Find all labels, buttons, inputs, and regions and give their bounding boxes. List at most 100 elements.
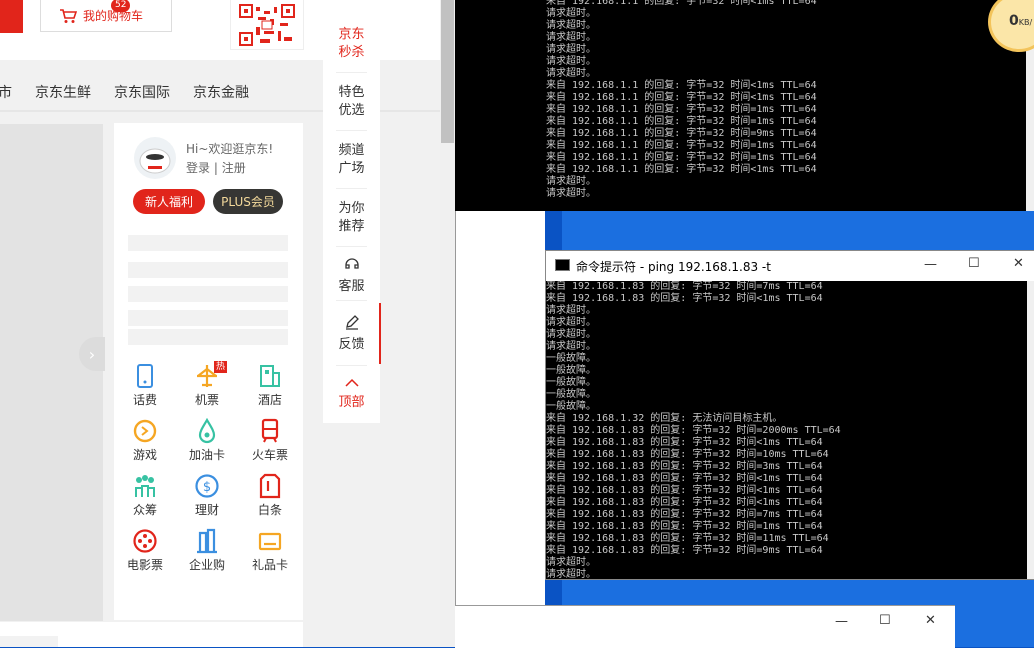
sidebar-item-label: 推荐 <box>338 219 365 234</box>
greeting-text: Hi~欢迎逛京东! <box>186 142 274 156</box>
console-line: 请求超时。 <box>546 557 596 568</box>
enterprise-icon <box>197 528 217 554</box>
console-line: 请求超时。 <box>546 20 596 31</box>
console-line: 来自 192.168.1.83 的回复: 字节=32 时间<1ms TTL=64 <box>546 485 823 496</box>
console-line: 来自 192.168.1.83 的回复: 字节=32 时间=3ms TTL=64 <box>546 461 823 472</box>
scrollbar-thumb[interactable] <box>441 0 454 143</box>
title-bar[interactable]: 命令提示符 - ping 192.168.1.83 -t — ☐ ✕ <box>546 251 1034 281</box>
console-line: 来自 192.168.1.1 的回复: 字节=32 时间=1ms TTL=64 <box>546 140 817 151</box>
sidebar-item-channel[interactable]: 频道 广场 <box>323 142 380 178</box>
browser-scrollbar[interactable] <box>440 0 455 647</box>
crowdfund-icon <box>135 475 155 497</box>
service-phone[interactable]: 话费 <box>114 363 176 408</box>
service-label: 机票 <box>194 393 219 407</box>
login-divider: | <box>213 161 218 175</box>
qr-code-icon <box>239 3 295 46</box>
sidebar-divider <box>336 72 367 73</box>
avatar-icon <box>139 148 171 174</box>
speed-number: 0 <box>1009 13 1019 29</box>
sidebar-item-seckill[interactable]: 京东 秒杀 <box>323 26 380 62</box>
sidebar-item-service[interactable]: 客服 <box>323 256 380 296</box>
maximize-button[interactable]: ☐ <box>879 613 891 628</box>
console-line: 请求超时。 <box>546 32 596 43</box>
sidebar-item-label: 特色 <box>338 85 365 100</box>
close-button[interactable]: ✕ <box>1013 256 1024 271</box>
maximize-button[interactable]: ☐ <box>968 256 980 271</box>
console-line: 请求超时。 <box>546 188 596 199</box>
service-game[interactable]: 游戏 <box>114 418 176 463</box>
service-finance[interactable]: $ 理财 <box>176 473 238 518</box>
minimize-button[interactable]: — <box>924 257 937 272</box>
service-label: 话费 <box>132 393 157 407</box>
train-icon <box>261 418 279 443</box>
console-output: 来自 192.168.1.1 的回复: 字节=32 时间<1ms TTL=64 请… <box>546 0 817 200</box>
banner-placeholder[interactable] <box>0 124 103 621</box>
phone-icon <box>137 364 153 388</box>
nav-item-supermarket[interactable]: 市 <box>0 82 12 102</box>
login-register: 登录 | 注册 <box>186 159 246 176</box>
nav-item-international[interactable]: 京东国际 <box>114 82 170 102</box>
nav-item-finance[interactable]: 京东金融 <box>193 82 249 102</box>
service-label: 加油卡 <box>188 448 225 462</box>
service-hotel[interactable]: 酒店 <box>239 363 301 408</box>
hot-badge: 热 <box>214 361 228 373</box>
avatar[interactable] <box>134 137 176 179</box>
service-credit[interactable]: 白条 <box>239 473 301 518</box>
user-panel: Hi~欢迎逛京东! 登录 | 注册 新人福利 PLUS会员 话费 热 机票 酒店… <box>114 123 303 620</box>
speed-unit: KB/ <box>1018 18 1033 27</box>
sidebar-item-label: 反馈 <box>338 337 365 352</box>
background-window-bottom: — ☐ ✕ <box>455 605 955 648</box>
cart-count-badge: 52 <box>111 0 131 12</box>
nav-item-fresh[interactable]: 京东生鲜 <box>35 82 91 102</box>
sidebar-item-top[interactable]: 顶部 <box>323 376 380 412</box>
console-line: 一般故障。 <box>546 377 596 388</box>
console-line: 请求超时。 <box>546 329 596 340</box>
service-fuel[interactable]: 加油卡 <box>176 418 238 463</box>
newuser-button[interactable]: 新人福利 <box>133 189 205 214</box>
sidebar-item-featured[interactable]: 特色 优选 <box>323 84 380 120</box>
service-label: 酒店 <box>257 393 282 407</box>
console-scrollbar[interactable] <box>1027 281 1034 579</box>
console-line: 来自 192.168.1.83 的回复: 字节=32 时间=2000ms TTL… <box>546 425 841 436</box>
floating-sidebar: 京东 秒杀 特色 优选 频道 广场 为你 推荐 客服 反馈 顶部 <box>323 16 380 423</box>
service-movie[interactable]: 电影票 <box>114 528 176 573</box>
console-body[interactable]: 来自 192.168.1.83 的回复: 字节=32 时间=7ms TTL=64… <box>546 281 1027 579</box>
service-label: 火车票 <box>251 448 288 462</box>
service-train[interactable]: 火车票 <box>239 418 301 463</box>
edit-icon <box>345 315 359 330</box>
sidebar-divider <box>336 188 367 189</box>
console-line: 一般故障。 <box>546 365 596 376</box>
console-window-2: 命令提示符 - ping 192.168.1.83 -t — ☐ ✕ 来自 19… <box>545 250 1034 580</box>
background-window <box>455 211 545 605</box>
console-line: 来自 192.168.1.83 的回复: 字节=32 时间=9ms TTL=64 <box>546 545 823 556</box>
sidebar-item-label: 频道 <box>338 143 365 158</box>
console-line: 请求超时。 <box>546 341 596 352</box>
console-line: 请求超时。 <box>546 44 596 55</box>
console-line: 来自 192.168.1.83 的回复: 字节=32 时间=7ms TTL=64 <box>546 509 823 520</box>
service-enterprise[interactable]: 企业购 <box>176 528 238 573</box>
cart-button[interactable]: 52 我的购物车 <box>40 0 172 32</box>
minimize-button[interactable]: — <box>835 614 848 629</box>
console-line: 请求超时。 <box>546 317 596 328</box>
sidebar-item-recommend[interactable]: 为你 推荐 <box>323 200 380 236</box>
service-giftcard[interactable]: 礼品卡 <box>239 528 301 573</box>
next-arrow-icon[interactable]: › <box>79 337 105 371</box>
console-line: 一般故障。 <box>546 353 596 364</box>
console-line: 来自 192.168.1.83 的回复: 字节=32 时间=7ms TTL=64 <box>546 281 823 292</box>
service-crowdfund[interactable]: 众筹 <box>114 473 176 518</box>
console-line: 请求超时。 <box>546 68 596 79</box>
sidebar-item-feedback[interactable]: 反馈 <box>323 314 380 354</box>
console-line: 来自 192.168.1.1 的回复: 字节=32 时间<1ms TTL=64 <box>546 0 817 7</box>
console-line: 请求超时。 <box>546 8 596 19</box>
register-link[interactable]: 注册 <box>222 161 246 175</box>
login-link[interactable]: 登录 <box>186 161 210 175</box>
plus-button[interactable]: PLUS会员 <box>213 189 283 214</box>
sidebar-item-label: 为你 <box>338 201 365 216</box>
speed-value: 0KB/ <box>1009 13 1032 29</box>
sidebar-item-label: 广场 <box>338 161 365 176</box>
fuel-icon <box>198 418 216 444</box>
close-button[interactable]: ✕ <box>925 613 936 628</box>
desktop-wallpaper <box>562 211 1034 251</box>
hotel-icon <box>260 365 280 387</box>
service-flight[interactable]: 热 机票 <box>176 361 238 408</box>
